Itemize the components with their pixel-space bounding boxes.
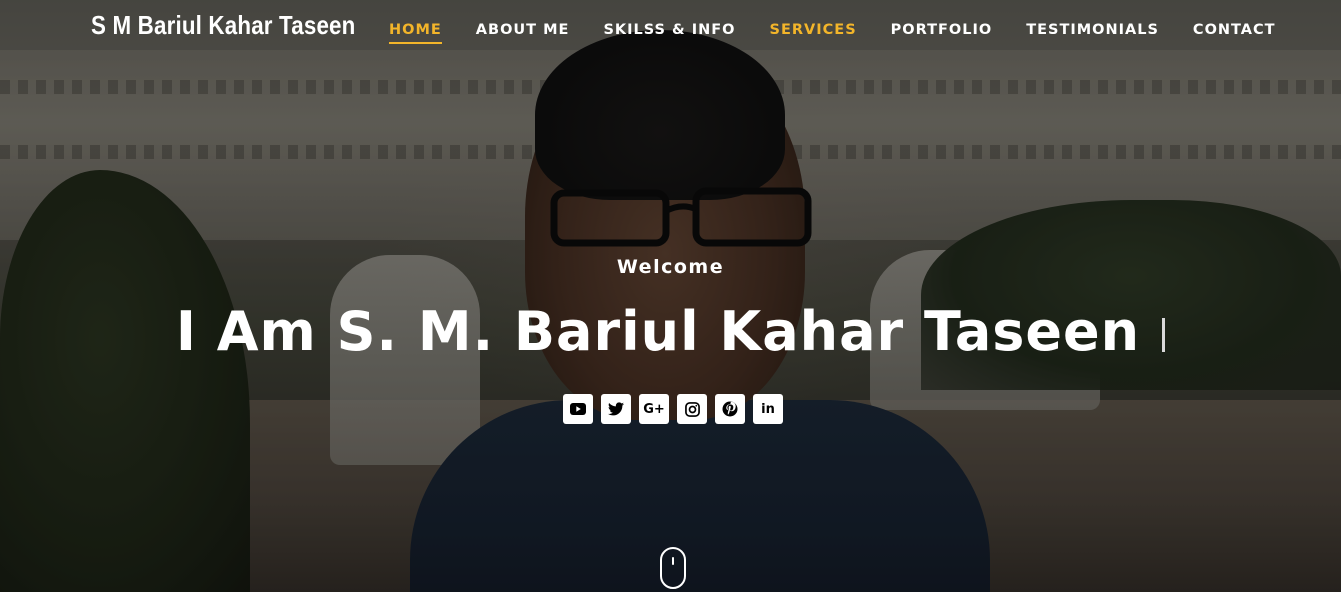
hero-headline: I Am S. M. Bariul Kahar Taseen (175, 300, 1141, 363)
main-nav: HOME ABOUT ME SKILSS & INFO SERVICES POR… (389, 22, 1310, 44)
scroll-down-icon[interactable] (660, 547, 686, 589)
twitter-icon (608, 402, 624, 416)
twitter-link[interactable] (601, 394, 631, 424)
youtube-icon (570, 403, 586, 415)
social-links: G+ in (563, 394, 783, 424)
nav-contact[interactable]: CONTACT (1193, 22, 1276, 44)
instagram-icon (684, 401, 700, 417)
site-logo[interactable]: S M Bariul Kahar Taseen (91, 10, 356, 41)
nav-skills-info[interactable]: SKILSS & INFO (603, 22, 735, 44)
nav-home[interactable]: HOME (389, 22, 442, 44)
typing-cursor (1162, 318, 1166, 352)
google-plus-link[interactable]: G+ (639, 394, 669, 424)
instagram-link[interactable] (677, 394, 707, 424)
hero-section: S M Bariul Kahar Taseen HOME ABOUT ME SK… (0, 0, 1341, 592)
headline-container: I Am S. M. Bariul Kahar Taseen (0, 300, 1341, 363)
pinterest-link[interactable] (715, 394, 745, 424)
welcome-text: Welcome (616, 256, 725, 278)
nav-services[interactable]: SERVICES (770, 22, 857, 44)
youtube-link[interactable] (563, 394, 593, 424)
nav-testimonials[interactable]: TESTIMONIALS (1026, 22, 1159, 44)
pinterest-icon (722, 401, 738, 417)
linkedin-icon: in (761, 401, 775, 417)
nav-about-me[interactable]: ABOUT ME (476, 22, 570, 44)
nav-portfolio[interactable]: PORTFOLIO (891, 22, 993, 44)
google-plus-icon: G+ (643, 401, 665, 417)
linkedin-link[interactable]: in (753, 394, 783, 424)
hero-dark-overlay (0, 0, 1341, 592)
